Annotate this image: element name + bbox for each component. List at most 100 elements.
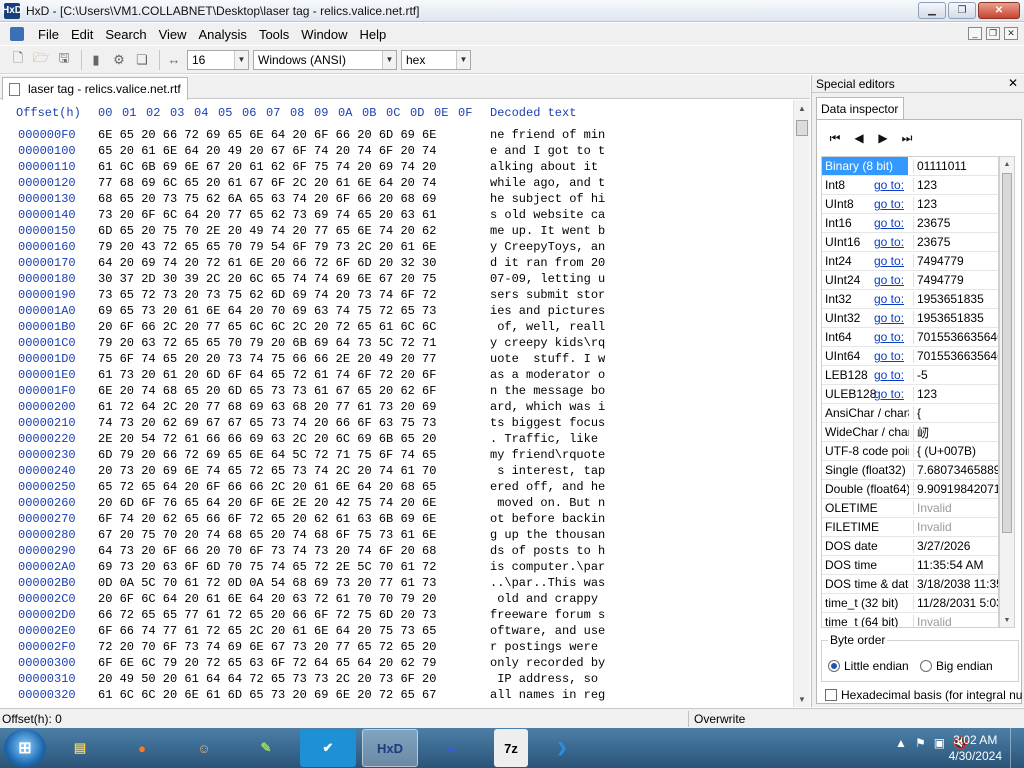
row-decoded-text[interactable]: ts biggest focus: [490, 416, 605, 430]
row-hex-bytes[interactable]: 6F 6E 6C 79 20 72 65 63 6F 72 64 65 64 2…: [98, 656, 436, 670]
inspector-value[interactable]: 123: [913, 387, 998, 401]
clock[interactable]: 3:02 AM 4/30/2024: [949, 732, 1002, 764]
inspector-value[interactable]: Invalid: [913, 615, 998, 627]
row-decoded-text[interactable]: ard, which was i: [490, 400, 605, 414]
row-hex-bytes[interactable]: 6D 65 20 75 70 2E 20 49 74 20 77 65 6E 7…: [98, 224, 436, 238]
inspector-row[interactable]: Single (float32) 7.68073465889: [822, 461, 998, 480]
scroll-down-icon[interactable]: ▼: [1000, 613, 1014, 627]
inspector-row[interactable]: Int24 go to: 7494779: [822, 252, 998, 271]
inspector-value[interactable]: 7494779: [913, 254, 998, 268]
hex-vertical-scrollbar[interactable]: ▲ ▼: [793, 100, 810, 707]
goto-link[interactable]: go to:: [874, 254, 904, 268]
scroll-thumb[interactable]: [796, 120, 808, 136]
row-decoded-text[interactable]: ot before backin: [490, 512, 605, 526]
hex-basis-checkbox[interactable]: Hexadecimal basis (for integral nu: [825, 688, 1022, 702]
goto-link[interactable]: go to:: [874, 216, 904, 230]
inspector-row[interactable]: LEB128 go to: -5: [822, 366, 998, 385]
inspector-value[interactable]: 23675: [913, 216, 998, 230]
tray-expand-icon[interactable]: ▲: [895, 736, 907, 750]
disk-icon[interactable]: ▮: [86, 50, 106, 70]
row-decoded-text[interactable]: my friend\rquote: [490, 448, 605, 462]
row-decoded-text[interactable]: 07-09, letting u: [490, 272, 605, 286]
row-hex-bytes[interactable]: 61 72 64 2C 20 77 68 69 63 68 20 77 61 7…: [98, 400, 436, 414]
inspector-value[interactable]: 70155366356464: [913, 330, 998, 344]
inspector-row[interactable]: Int64go to:70155366356464: [822, 328, 998, 347]
row-hex-bytes[interactable]: 30 37 2D 30 39 2C 20 6C 65 74 74 69 6E 6…: [98, 272, 436, 286]
row-hex-bytes[interactable]: 20 73 20 69 6E 74 65 72 65 73 74 2C 20 7…: [98, 464, 436, 478]
inspector-row[interactable]: time_t (64 bit) Invalid: [822, 613, 998, 627]
row-decoded-text[interactable]: ..\par..This was: [490, 576, 605, 590]
row-decoded-text[interactable]: y CreepyToys, an: [490, 240, 605, 254]
inspector-row[interactable]: UTF-8 code point { (U+007B): [822, 442, 998, 461]
inspector-row[interactable]: UInt24 go to: 7494779: [822, 271, 998, 290]
inspector-row[interactable]: Binary (8 bit) 01111011: [822, 157, 998, 176]
first-icon[interactable]: ⏮: [827, 130, 843, 146]
row-decoded-text[interactable]: s old website ca: [490, 208, 605, 222]
start-button[interactable]: ⊞: [4, 729, 46, 767]
inspector-value[interactable]: 1953651835: [913, 311, 998, 325]
goto-link[interactable]: go to:: [874, 197, 904, 211]
taskbar-portrait[interactable]: ☺: [176, 729, 232, 767]
inspector-row[interactable]: WideChar / char16_t 屻: [822, 423, 998, 442]
menu-analysis[interactable]: Analysis: [193, 25, 253, 44]
row-hex-bytes[interactable]: 61 73 20 61 20 6D 6F 64 65 72 61 74 6F 7…: [98, 368, 436, 382]
row-hex-bytes[interactable]: 69 73 20 63 6F 6D 70 75 74 65 72 2E 5C 7…: [98, 560, 436, 574]
row-hex-bytes[interactable]: 61 6C 6B 69 6E 67 20 61 62 6F 75 74 20 6…: [98, 160, 436, 174]
save-icon[interactable]: 🖫: [54, 50, 74, 70]
display-mode-select[interactable]: hex ▼: [401, 49, 471, 70]
row-hex-bytes[interactable]: 64 73 20 6F 66 20 70 6F 73 74 73 20 74 6…: [98, 544, 436, 558]
tab-document[interactable]: laser tag - relics.valice.net.rtf: [2, 77, 188, 100]
row-decoded-text[interactable]: all names in reg: [490, 688, 605, 702]
goto-link[interactable]: go to:: [874, 178, 904, 192]
menu-view[interactable]: View: [153, 25, 193, 44]
flag-icon[interactable]: ⚑: [915, 736, 926, 750]
row-hex-bytes[interactable]: 64 20 69 74 20 72 61 6E 20 66 72 6F 6D 2…: [98, 256, 436, 270]
row-decoded-text[interactable]: ies and pictures: [490, 304, 605, 318]
taskbar-link[interactable]: ∞: [424, 729, 480, 767]
inspector-value[interactable]: 11:35:54 AM: [913, 558, 998, 572]
inspector-row[interactable]: Int32 go to: 1953651835: [822, 290, 998, 309]
inspector-value[interactable]: 3/18/2038 11:35: [913, 577, 998, 591]
row-hex-bytes[interactable]: 77 68 69 6C 65 20 61 67 6F 2C 20 61 6E 6…: [98, 176, 436, 190]
inspector-value[interactable]: -5: [913, 368, 998, 382]
tab-data-inspector[interactable]: Data inspector: [816, 97, 904, 119]
taskbar-7z[interactable]: 7z: [494, 729, 528, 767]
copy-page-icon[interactable]: ❏: [132, 50, 152, 70]
row-decoded-text[interactable]: . Traffic, like: [490, 432, 605, 446]
inspector-value[interactable]: 70155366356464: [913, 349, 998, 363]
row-decoded-text[interactable]: uote stuff. I w: [490, 352, 605, 366]
row-decoded-text[interactable]: IP address, so: [490, 672, 605, 686]
next-icon[interactable]: ▶: [875, 130, 891, 146]
inspector-row[interactable]: UInt16 go to: 23675: [822, 233, 998, 252]
row-decoded-text[interactable]: oftware, and use: [490, 624, 605, 638]
row-decoded-text[interactable]: old and crappy: [490, 592, 605, 606]
doc-close-button[interactable]: ✕: [1004, 27, 1018, 40]
row-hex-bytes[interactable]: 20 49 50 20 61 64 64 72 65 73 73 2C 20 7…: [98, 672, 436, 686]
inspector-row[interactable]: DOS time 11:35:54 AM: [822, 556, 998, 575]
menu-window[interactable]: Window: [295, 25, 353, 44]
row-decoded-text[interactable]: n the message bo: [490, 384, 605, 398]
row-decoded-text[interactable]: ne friend of min: [490, 128, 605, 142]
chevron-down-icon[interactable]: ▼: [382, 50, 396, 69]
row-decoded-text[interactable]: r postings were: [490, 640, 605, 654]
taskbar-firefox[interactable]: ●: [114, 729, 170, 767]
row-hex-bytes[interactable]: 6F 74 20 62 65 66 6F 72 65 20 62 61 63 6…: [98, 512, 436, 526]
row-hex-bytes[interactable]: 68 65 20 73 75 62 6A 65 63 74 20 6F 66 2…: [98, 192, 436, 206]
hex-editor-view[interactable]: Offset(h) Decoded text 00 01 02 03 04 05 06 07 0…: [0, 100, 810, 707]
taskbar-explorer[interactable]: ▤: [52, 729, 108, 767]
inspector-row[interactable]: FILETIME Invalid: [822, 518, 998, 537]
goto-link[interactable]: go to:: [874, 330, 904, 344]
row-decoded-text[interactable]: e and I got to t: [490, 144, 605, 158]
open-file-icon[interactable]: 🗁: [31, 50, 51, 70]
menu-file[interactable]: File: [32, 25, 65, 44]
row-hex-bytes[interactable]: 73 20 6F 6C 64 20 77 65 62 73 69 74 65 2…: [98, 208, 436, 222]
scroll-thumb[interactable]: [1002, 173, 1012, 533]
menu-help[interactable]: Help: [354, 25, 393, 44]
goto-link[interactable]: go to:: [874, 368, 904, 382]
row-decoded-text[interactable]: as a moderator o: [490, 368, 605, 382]
row-decoded-text[interactable]: y creepy kids\rq: [490, 336, 605, 350]
inspector-value[interactable]: 01111011: [913, 159, 998, 173]
taskbar-vscode[interactable]: ❯: [534, 729, 590, 767]
close-icon[interactable]: ✕: [1008, 76, 1018, 90]
row-decoded-text[interactable]: of, well, reall: [490, 320, 605, 334]
